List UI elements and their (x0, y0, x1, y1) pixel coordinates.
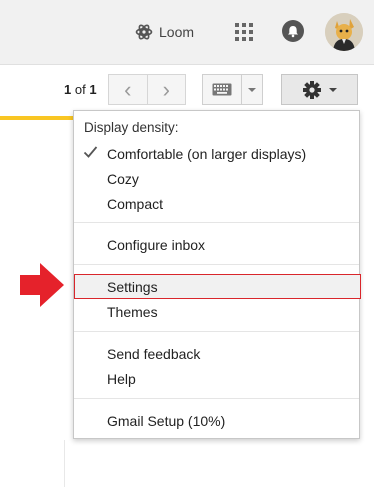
help-item[interactable]: Help (74, 366, 359, 391)
chevron-right-icon: › (162, 76, 170, 102)
loom-label: Loom (159, 24, 195, 40)
red-arrow-annotation-icon (20, 263, 64, 307)
themes-item[interactable]: Themes (74, 299, 359, 324)
pager-of: of (71, 82, 90, 97)
configure-inbox-label: Configure inbox (107, 236, 206, 253)
loom-button[interactable]: Loom (135, 22, 194, 42)
configure-inbox-item[interactable]: Configure inbox (74, 232, 359, 257)
newer-button[interactable]: ‹ (108, 74, 148, 105)
input-tools-dropdown[interactable] (242, 74, 263, 105)
density-compact-label: Compact (107, 195, 164, 212)
input-tools-button[interactable] (202, 74, 242, 105)
check-icon (83, 146, 98, 158)
top-header-bar: Loom (0, 0, 374, 65)
density-compact[interactable]: Compact (74, 191, 359, 216)
display-density-heading: Display density: (84, 120, 179, 135)
menu-separator (74, 264, 359, 265)
help-label: Help (107, 370, 136, 387)
gmail-setup-label: Gmail Setup (10%) (107, 412, 226, 429)
apps-grid-icon[interactable] (235, 23, 253, 41)
settings-gear-button[interactable] (281, 74, 358, 105)
keyboard-icon (212, 83, 232, 96)
gmail-setup-item[interactable]: Gmail Setup (10%) (74, 408, 359, 433)
send-feedback-item[interactable]: Send feedback (74, 341, 359, 366)
notifications-button[interactable] (282, 20, 304, 42)
send-feedback-label: Send feedback (107, 345, 201, 362)
menu-separator (74, 331, 359, 332)
density-cozy-label: Cozy (107, 170, 139, 187)
inbox-tab-accent (0, 116, 74, 120)
pager-count: 1 of 1 (64, 82, 97, 97)
divider (64, 440, 65, 487)
menu-separator (74, 398, 359, 399)
density-comfortable[interactable]: Comfortable (on larger displays) (74, 141, 359, 166)
avatar[interactable] (325, 13, 363, 51)
chevron-left-icon: ‹ (124, 76, 132, 102)
density-cozy[interactable]: Cozy (74, 166, 359, 191)
pager-total: 1 (89, 82, 97, 97)
gear-icon (303, 80, 321, 99)
loom-icon (135, 24, 153, 40)
themes-label: Themes (107, 303, 158, 320)
bell-icon (288, 26, 298, 38)
settings-dropdown-menu: Display density: Comfortable (on larger … (73, 110, 361, 439)
caret-down-icon (329, 87, 337, 92)
density-comfortable-label: Comfortable (on larger displays) (107, 145, 307, 162)
input-tools (202, 74, 263, 105)
menu-separator (74, 222, 359, 223)
older-button[interactable]: › (147, 74, 186, 105)
pagination-buttons: ‹ › (108, 74, 186, 105)
caret-down-icon (248, 87, 256, 92)
avatar-image (325, 13, 363, 51)
settings-label: Settings (107, 278, 158, 295)
settings-item[interactable]: Settings (74, 274, 359, 299)
